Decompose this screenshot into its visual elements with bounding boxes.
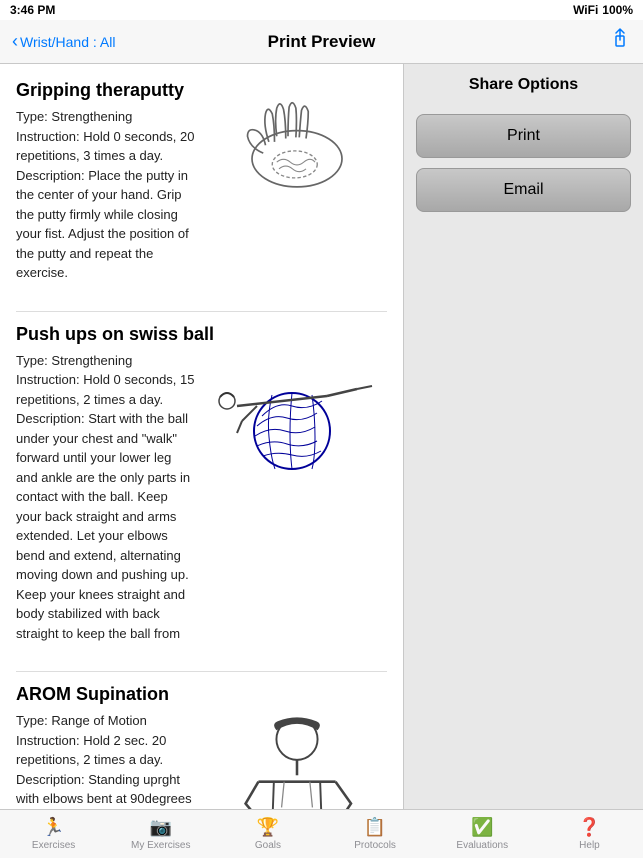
exercise-text-1: Gripping theraputty Type: Strengthening … xyxy=(16,80,195,283)
tab-goals-label: Goals xyxy=(255,840,281,851)
evaluations-icon: ✅ xyxy=(471,817,493,838)
tab-my-exercises-label: My Exercises xyxy=(131,840,190,851)
exercise-block-1: Gripping theraputty Type: Strengthening … xyxy=(16,80,387,283)
my-exercises-icon: 📷 xyxy=(150,817,172,838)
tab-evaluations[interactable]: ✅ Evaluations xyxy=(429,810,536,858)
exercise-instruction-3: Instruction: Hold 2 sec. 20 repetitions,… xyxy=(16,731,195,770)
exercise-type-3: Type: Range of Motion xyxy=(16,711,195,731)
exercise-instruction-1: Instruction: Hold 0 seconds, 20 repetiti… xyxy=(16,127,195,166)
exercise-details-1: Type: Strengthening Instruction: Hold 0 … xyxy=(16,107,195,283)
status-left: 3:46 PM xyxy=(10,3,55,17)
tab-bar: 🏃 Exercises 📷 My Exercises 🏆 Goals 📋 Pro… xyxy=(0,809,643,858)
tab-help[interactable]: ❓ Help xyxy=(536,810,643,858)
exercise-description-2: Description: Start with the ball under y… xyxy=(16,409,195,643)
exercise-image-1 xyxy=(207,80,387,215)
back-label: Wrist/Hand : All xyxy=(20,34,115,50)
email-button[interactable]: Email xyxy=(416,168,631,212)
tab-evaluations-label: Evaluations xyxy=(456,840,508,851)
exercise-image-3 xyxy=(207,711,387,809)
share-panel-title: Share Options xyxy=(416,76,631,102)
print-button[interactable]: Print xyxy=(416,114,631,158)
navigation-bar: ‹ Wrist/Hand : All Print Preview xyxy=(0,20,643,64)
exercise-description-3: Description: Standing uprght with elbows… xyxy=(16,770,195,810)
divider-2 xyxy=(16,671,387,672)
tab-exercises[interactable]: 🏃 Exercises xyxy=(0,810,107,858)
exercise-text-3: Type: Range of Motion Instruction: Hold … xyxy=(16,711,195,809)
status-right: WiFi 100% xyxy=(573,3,633,17)
exercises-icon: 🏃 xyxy=(42,817,64,838)
exercise-block-3: AROM Supination Type: Range of Motion In… xyxy=(16,684,387,809)
status-signal: WiFi xyxy=(573,3,598,17)
exercise-title-2: Push ups on swiss ball xyxy=(16,324,387,345)
exercise-instruction-2: Instruction: Hold 0 seconds, 15 repetiti… xyxy=(16,370,195,409)
exercise-title-3: AROM Supination xyxy=(16,684,387,705)
share-icon[interactable] xyxy=(609,28,631,56)
nav-title: Print Preview xyxy=(268,32,376,52)
help-icon: ❓ xyxy=(578,817,600,838)
main-content: Gripping theraputty Type: Strengthening … xyxy=(0,64,643,809)
tab-my-exercises[interactable]: 📷 My Exercises xyxy=(107,810,214,858)
exercise-title-1: Gripping theraputty xyxy=(16,80,195,101)
exercise-type-2: Type: Strengthening xyxy=(16,351,195,371)
exercise-text-2: Type: Strengthening Instruction: Hold 0 … xyxy=(16,351,195,644)
tab-help-label: Help xyxy=(579,840,600,851)
status-bar: 3:46 PM WiFi 100% xyxy=(0,0,643,20)
exercise-row-1: Gripping theraputty Type: Strengthening … xyxy=(16,80,387,283)
back-chevron-icon: ‹ xyxy=(12,31,18,52)
protocols-icon: 📋 xyxy=(364,817,386,838)
exercise-block-2: Push ups on swiss ball Type: Strengtheni… xyxy=(16,324,387,644)
back-button[interactable]: ‹ Wrist/Hand : All xyxy=(12,31,115,52)
exercise-row-2: Type: Strengthening Instruction: Hold 0 … xyxy=(16,351,387,644)
status-time: 3:46 PM xyxy=(10,3,55,17)
tab-protocols[interactable]: 📋 Protocols xyxy=(322,810,429,858)
exercise-description-1: Description: Place the putty in the cent… xyxy=(16,166,195,283)
tab-exercises-label: Exercises xyxy=(32,840,75,851)
exercise-row-3: Type: Range of Motion Instruction: Hold … xyxy=(16,711,387,809)
divider-1 xyxy=(16,311,387,312)
exercise-details-2: Type: Strengthening Instruction: Hold 0 … xyxy=(16,351,195,644)
share-panel: Share Options Print Email xyxy=(403,64,643,809)
status-battery: 100% xyxy=(602,3,633,17)
exercise-type-1: Type: Strengthening xyxy=(16,107,195,127)
tab-goals[interactable]: 🏆 Goals xyxy=(214,810,321,858)
goals-icon: 🏆 xyxy=(257,817,279,838)
print-preview[interactable]: Gripping theraputty Type: Strengthening … xyxy=(0,64,403,809)
exercise-image-2 xyxy=(207,351,387,481)
tab-protocols-label: Protocols xyxy=(354,840,396,851)
exercise-details-3: Type: Range of Motion Instruction: Hold … xyxy=(16,711,195,809)
